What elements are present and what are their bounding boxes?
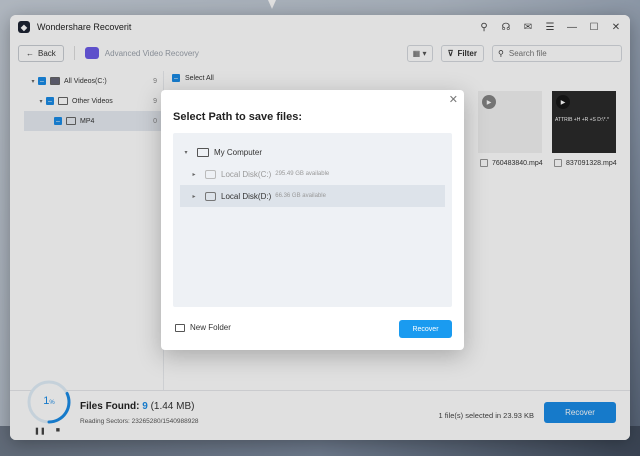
disk-icon [205,191,216,201]
disk-available: 66.36 GB available [275,193,326,199]
save-path-dialog: ✕ Select Path to save files: ▾ My Comput… [161,90,464,350]
close-icon[interactable]: ✕ [449,93,458,106]
chevron-down-icon[interactable]: ▾ [180,149,192,156]
tree-item-disk-c[interactable]: ▸ Local Disk(C:) 295.49 GB available [180,163,445,185]
computer-icon [197,147,209,157]
dialog-recover-button[interactable]: Recover [399,320,452,338]
new-folder-icon [175,323,185,332]
chevron-right-icon[interactable]: ▸ [188,193,200,200]
new-folder-label: New Folder [190,323,231,332]
tree-item-disk-d[interactable]: ▸ Local Disk(D:) 66.36 GB available [180,185,445,207]
path-tree: ▾ My Computer ▸ Local Disk(C:) 295.49 GB… [173,133,452,307]
tree-item-my-computer[interactable]: ▾ My Computer [180,141,445,163]
disk-label: Local Disk(D:) [221,191,272,201]
new-folder-button[interactable]: New Folder [175,323,231,332]
chevron-right-icon[interactable]: ▸ [188,171,200,178]
dialog-title: Select Path to save files: [173,111,302,123]
disk-available: 295.49 GB available [275,171,330,177]
disk-label: Local Disk(C:) [221,169,272,179]
disk-icon [205,169,216,179]
tree-item-label: My Computer [214,147,263,157]
